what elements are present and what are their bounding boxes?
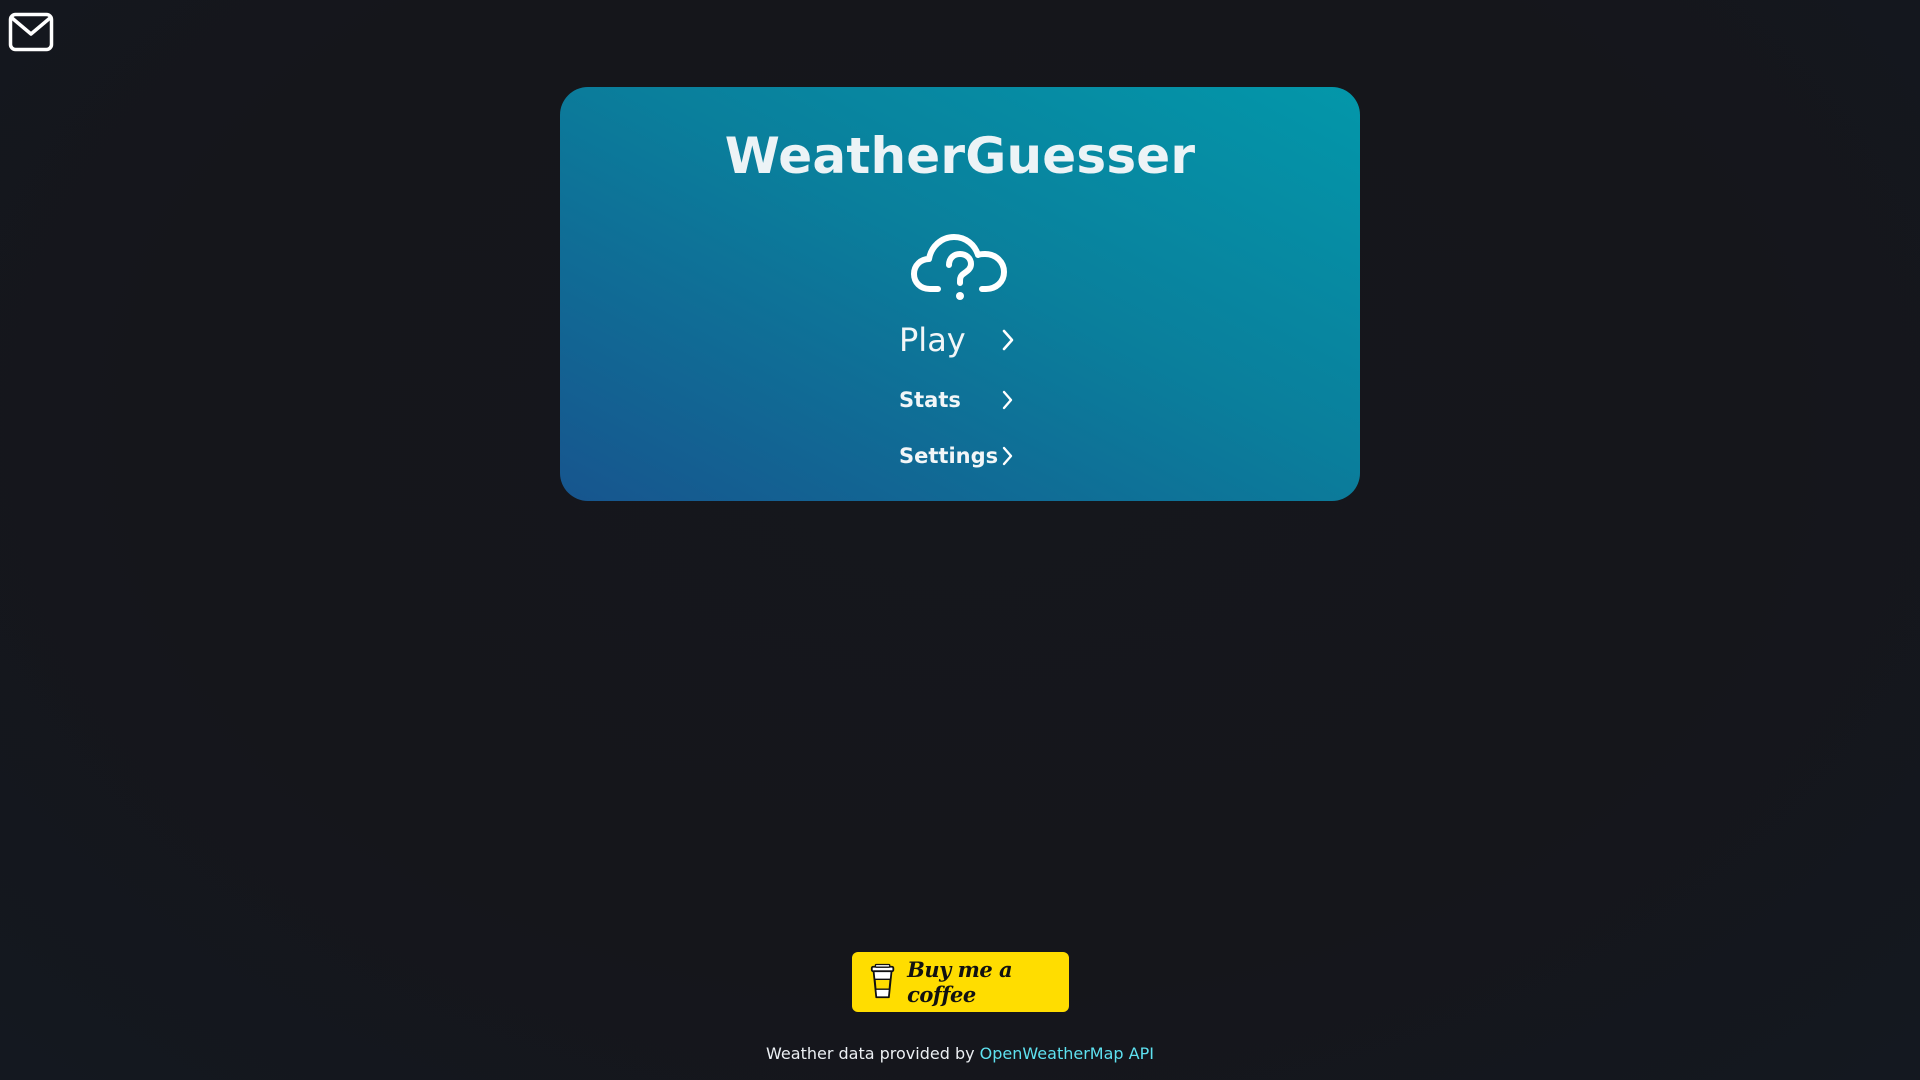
app-title: WeatherGuesser [724, 127, 1196, 185]
chevron-right-icon [1002, 390, 1013, 410]
buy-me-a-coffee-button[interactable]: Buy me a coffee [852, 952, 1069, 1012]
openweathermap-link[interactable]: OpenWeatherMap API [980, 1044, 1154, 1063]
stats-label: Stats [899, 388, 961, 412]
chevron-right-icon [1002, 446, 1013, 466]
contact-mail-button[interactable] [8, 12, 54, 52]
mail-icon [8, 12, 54, 52]
play-label: Play [899, 321, 966, 359]
coffee-cup-icon [870, 963, 895, 999]
settings-label: Settings [899, 444, 999, 468]
settings-button[interactable]: Settings [899, 441, 1013, 471]
cloud-question-icon [911, 234, 1007, 300]
attribution-footer: Weather data provided by OpenWeatherMap … [0, 1044, 1920, 1063]
coffee-label: Buy me a coffee [907, 957, 1013, 1007]
play-button[interactable]: Play [899, 315, 1014, 365]
stats-button[interactable]: Stats [899, 385, 1013, 415]
main-menu-card: WeatherGuesser Play Stats Settings [560, 87, 1360, 501]
chevron-right-icon [1002, 329, 1014, 351]
attribution-prefix: Weather data provided by [766, 1044, 980, 1063]
